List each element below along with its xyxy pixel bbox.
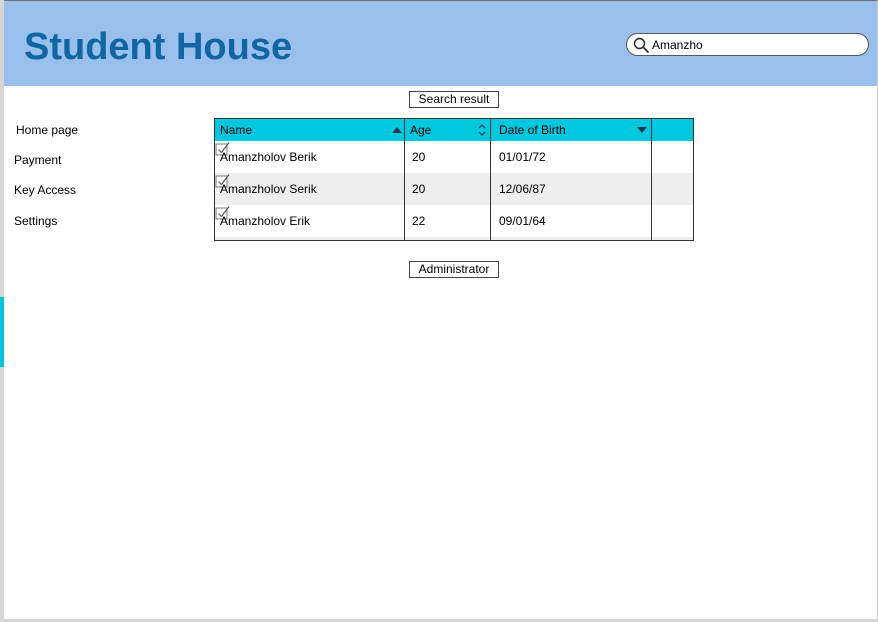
column-header-date-of-birth[interactable]: Date of Birth xyxy=(491,119,652,141)
table-row[interactable]: Amanzholov Serik 20 12/06/87 xyxy=(215,173,693,205)
cell-age: 20 xyxy=(412,182,426,196)
table-header: Name Age Date of Birth xyxy=(215,119,693,141)
table-row-partial xyxy=(215,237,693,240)
column-divider xyxy=(651,119,652,240)
column-header-age-label: Age xyxy=(410,123,432,137)
column-header-age[interactable]: Age xyxy=(405,119,491,141)
cell-dob: 09/01/64 xyxy=(499,214,546,228)
column-divider xyxy=(490,119,491,240)
left-accent-bar xyxy=(0,297,4,367)
column-header-select xyxy=(652,119,693,141)
app-title: Student House xyxy=(24,26,293,68)
nav-item-payment[interactable]: Payment xyxy=(14,153,61,167)
search-icon xyxy=(633,37,650,54)
cell-dob: 12/06/87 xyxy=(499,182,546,196)
header-bar: Student House Amanzho xyxy=(4,1,877,86)
nav-item-home-page[interactable]: Home page xyxy=(16,123,78,137)
sort-ascending-icon[interactable] xyxy=(392,127,402,133)
cell-age: 22 xyxy=(412,214,426,228)
administrator-button[interactable]: Administrator xyxy=(409,261,499,278)
search-input[interactable]: Amanzho xyxy=(626,33,869,56)
column-header-name-label: Name xyxy=(220,123,253,137)
cell-name: Amanzholov Erik xyxy=(220,214,311,228)
cell-age: 20 xyxy=(412,150,426,164)
cell-name: Amanzholov Berik xyxy=(220,150,317,164)
nav-item-key-access[interactable]: Key Access xyxy=(14,183,76,197)
cell-dob: 01/01/72 xyxy=(499,150,546,164)
search-result-button[interactable]: Search result xyxy=(409,91,499,108)
column-divider xyxy=(404,119,405,240)
column-header-name[interactable]: Name xyxy=(215,119,405,141)
cell-name: Amanzholov Serik xyxy=(220,182,317,196)
sort-descending-icon[interactable] xyxy=(637,127,647,133)
table-row[interactable]: Amanzholov Erik 22 09/01/64 xyxy=(215,205,693,237)
search-value: Amanzho xyxy=(652,38,703,52)
table-row[interactable]: Amanzholov Berik 20 01/01/72 xyxy=(215,141,693,173)
nav-item-settings[interactable]: Settings xyxy=(14,214,57,228)
column-header-dob-label: Date of Birth xyxy=(499,123,566,137)
sort-toggle-icon[interactable] xyxy=(477,123,487,137)
students-table: Name Age Date of Birth Amanzholov Berik … xyxy=(214,118,694,241)
